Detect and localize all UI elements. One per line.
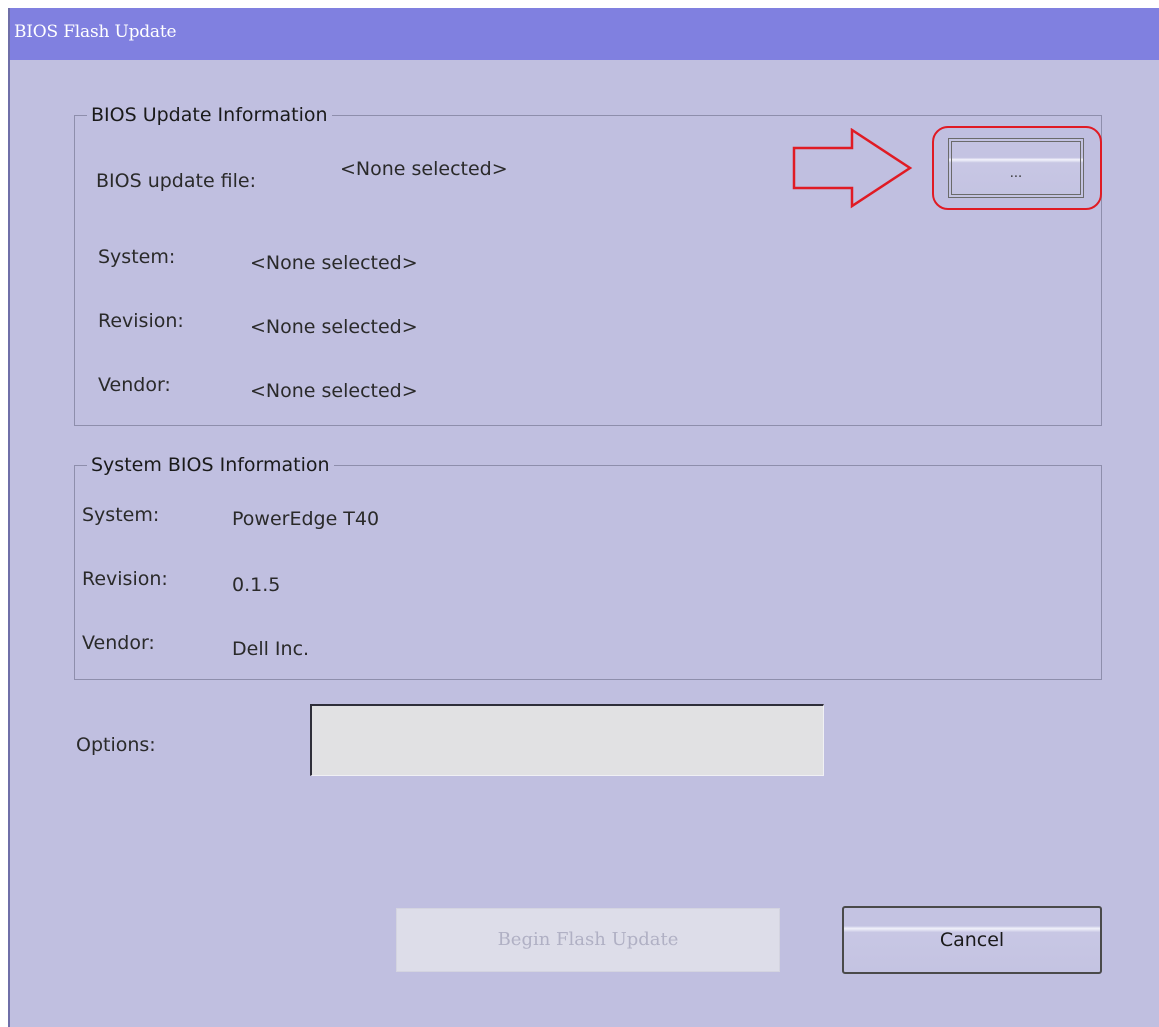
title-bar: BIOS Flash Update	[10, 8, 1159, 60]
system-bios-info-group: System BIOS Information	[74, 454, 1102, 680]
bios-update-file-label: BIOS update file:	[96, 170, 257, 192]
bios-update-file-value: <None selected>	[340, 158, 508, 180]
revision-value: 0.1.5	[232, 574, 281, 596]
right-arrow-icon	[792, 128, 913, 209]
vendor-value: Dell Inc.	[232, 638, 310, 660]
revision-label: Revision:	[82, 568, 168, 590]
system-value: PowerEdge T40	[232, 508, 380, 530]
system-label: System:	[82, 504, 160, 526]
system-bios-info-legend: System BIOS Information	[91, 454, 330, 476]
update-vendor-label: Vendor:	[98, 374, 171, 396]
cancel-button[interactable]: Cancel	[842, 906, 1102, 974]
browse-file-button[interactable]: ...	[948, 138, 1084, 198]
bios-update-info-legend: BIOS Update Information	[91, 104, 328, 126]
browse-highlight: ...	[932, 126, 1102, 210]
vendor-label: Vendor:	[82, 632, 155, 654]
update-system-value: <None selected>	[250, 252, 418, 274]
update-vendor-value: <None selected>	[250, 380, 418, 402]
options-label: Options:	[76, 734, 156, 756]
begin-flash-update-button[interactable]: Begin Flash Update	[396, 908, 780, 972]
update-revision-label: Revision:	[98, 310, 184, 332]
options-field[interactable]	[310, 704, 824, 776]
update-revision-value: <None selected>	[250, 316, 418, 338]
update-system-label: System:	[98, 246, 176, 268]
bios-flash-update-window: BIOS Flash Update BIOS Update Informatio…	[8, 8, 1159, 1027]
window-title: BIOS Flash Update	[14, 22, 177, 42]
